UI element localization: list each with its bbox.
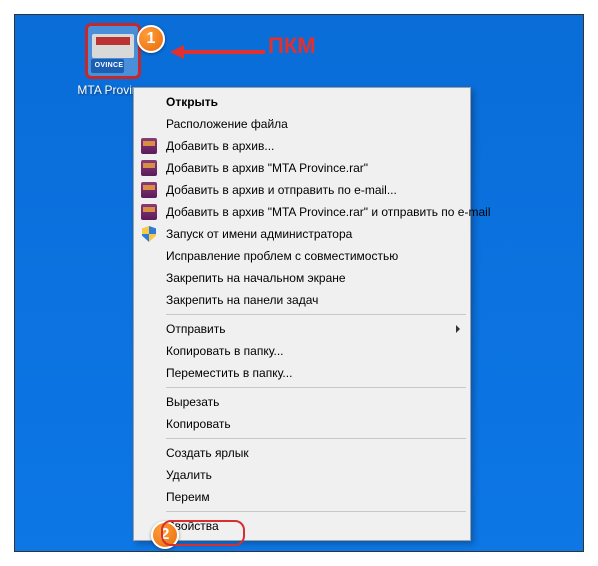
menu-send-to-label: Отправить — [166, 322, 226, 336]
chevron-right-icon — [456, 325, 460, 333]
menu-add-archive-label: Добавить в архив... — [166, 139, 274, 153]
menu-separator — [166, 387, 466, 388]
menu-properties[interactable]: Свойства — [136, 515, 468, 537]
menu-cut[interactable]: Вырезать — [136, 391, 468, 413]
context-menu: Открыть Расположение файла Добавить в ар… — [133, 87, 471, 541]
menu-troubleshoot-label: Исправление проблем с совместимостью — [166, 249, 398, 263]
menu-copy-to-label: Копировать в папку... — [166, 344, 284, 358]
desktop-background: OVINCE MTA Provin... 1 ПКМ Открыть Распо… — [14, 14, 584, 552]
menu-cut-label: Вырезать — [166, 395, 219, 409]
app-icon: OVINCE — [85, 23, 141, 79]
menu-run-admin[interactable]: Запуск от имени администратора — [136, 223, 468, 245]
menu-separator — [166, 511, 466, 512]
menu-add-named-email[interactable]: Добавить в архив "MTA Province.rar" и от… — [136, 201, 468, 223]
annotation-arrow — [170, 45, 265, 59]
menu-move-to-label: Переместить в папку... — [166, 366, 292, 380]
menu-add-email[interactable]: Добавить в архив и отправить по e-mail..… — [136, 179, 468, 201]
menu-open[interactable]: Открыть — [136, 91, 468, 113]
menu-add-named-label: Добавить в архив "MTA Province.rar" — [166, 161, 368, 175]
menu-separator — [166, 438, 466, 439]
menu-copy[interactable]: Копировать — [136, 413, 468, 435]
menu-separator — [166, 314, 466, 315]
menu-pin-taskbar-label: Закрепить на панели задач — [166, 293, 318, 307]
menu-run-admin-label: Запуск от имени администратора — [166, 227, 352, 241]
menu-add-named-email-label: Добавить в архив "MTA Province.rar" и от… — [166, 205, 490, 219]
menu-pin-taskbar[interactable]: Закрепить на панели задач — [136, 289, 468, 311]
menu-pin-start-label: Закрепить на начальном экране — [166, 271, 346, 285]
menu-file-location-label: Расположение файла — [166, 117, 288, 131]
menu-rename[interactable]: Переим — [136, 486, 468, 508]
menu-copy-to[interactable]: Копировать в папку... — [136, 340, 468, 362]
winrar-icon — [140, 159, 158, 177]
menu-add-named[interactable]: Добавить в архив "MTA Province.rar" — [136, 157, 468, 179]
menu-create-shortcut-label: Создать ярлык — [166, 446, 249, 460]
menu-create-shortcut[interactable]: Создать ярлык — [136, 442, 468, 464]
menu-copy-label: Копировать — [166, 417, 231, 431]
shield-icon — [140, 225, 158, 243]
menu-file-location[interactable]: Расположение файла — [136, 113, 468, 135]
winrar-icon — [140, 203, 158, 221]
winrar-icon — [140, 137, 158, 155]
winrar-icon — [140, 181, 158, 199]
menu-delete-label: Удалить — [166, 468, 212, 482]
menu-pin-start[interactable]: Закрепить на начальном экране — [136, 267, 468, 289]
menu-delete[interactable]: Удалить — [136, 464, 468, 486]
callout-badge-2: 2 — [151, 521, 179, 549]
menu-send-to[interactable]: Отправить — [136, 318, 468, 340]
annotation-rmb: ПКМ — [268, 33, 316, 59]
menu-troubleshoot[interactable]: Исправление проблем с совместимостью — [136, 245, 468, 267]
menu-rename-label: Переим — [166, 490, 210, 504]
callout-badge-1: 1 — [137, 25, 165, 53]
app-icon-badge: OVINCE — [91, 59, 124, 73]
menu-add-email-label: Добавить в архив и отправить по e-mail..… — [166, 183, 397, 197]
menu-open-label: Открыть — [166, 95, 218, 109]
menu-add-archive[interactable]: Добавить в архив... — [136, 135, 468, 157]
menu-move-to[interactable]: Переместить в папку... — [136, 362, 468, 384]
